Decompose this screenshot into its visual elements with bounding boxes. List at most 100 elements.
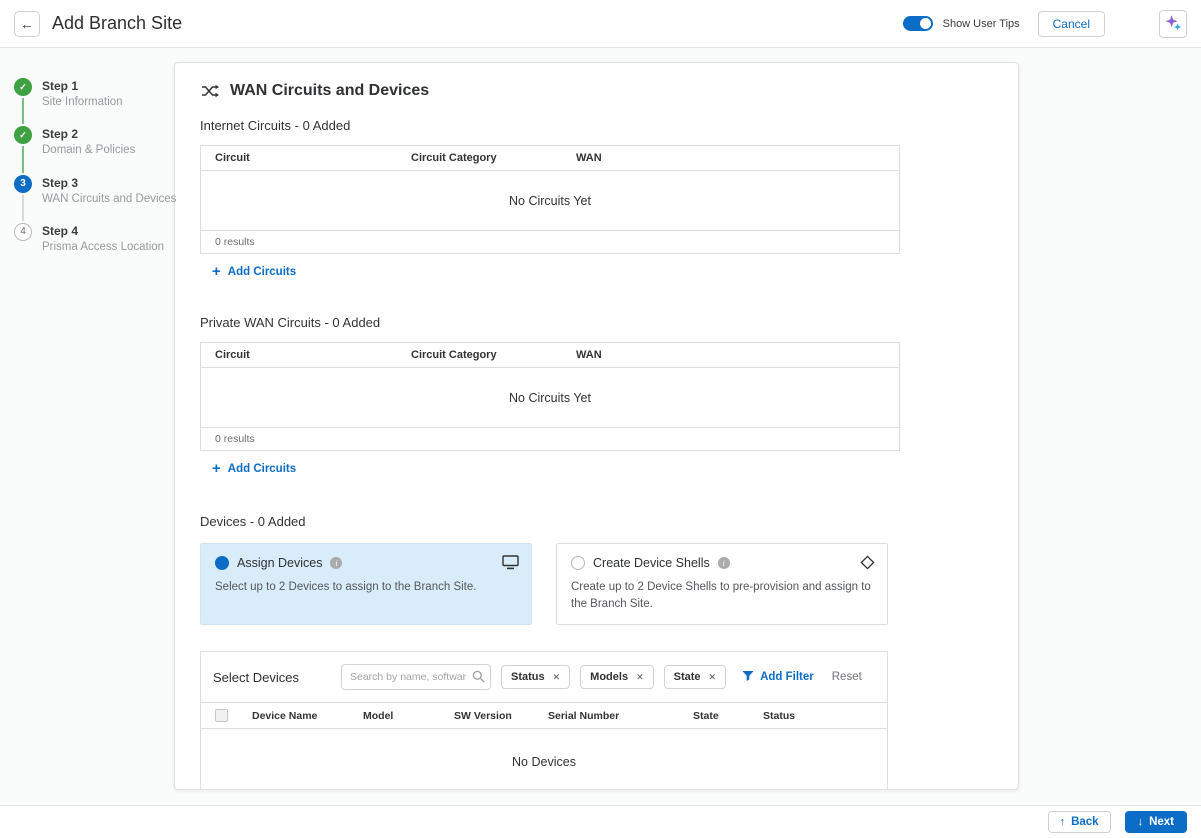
select-devices-panel: Select Devices Status ✕ xyxy=(200,651,888,790)
column-header-serial-number: Serial Number xyxy=(548,710,693,722)
cancel-button[interactable]: Cancel xyxy=(1038,11,1105,37)
column-header-circuit: Circuit xyxy=(201,349,411,361)
step-number-badge: 4 xyxy=(14,223,32,241)
create-device-shells-option[interactable]: Create Device Shells i Create up to 2 De… xyxy=(556,543,888,625)
table-header-row: Circuit Circuit Category WAN xyxy=(201,343,899,368)
select-devices-title: Select Devices xyxy=(213,670,331,685)
step-complete-icon: ✓ xyxy=(14,78,32,96)
column-header-circuit-category: Circuit Category xyxy=(411,349,576,361)
stepper-step-2[interactable]: ✓ Step 2 Domain & Policies xyxy=(14,126,174,174)
stepper-step-3[interactable]: 3 Step 3 WAN Circuits and Devices xyxy=(14,175,174,223)
top-header: ← Add Branch Site Show User Tips Cancel xyxy=(0,0,1201,48)
devices-table-header-row: Device Name Model SW Version Serial Numb… xyxy=(201,702,887,729)
add-circuits-label: Add Circuits xyxy=(228,463,296,475)
arrow-left-icon: ← xyxy=(20,17,34,31)
plus-icon: + xyxy=(212,461,221,476)
filter-chip-label: State xyxy=(674,671,701,683)
step-sublabel: Site Information xyxy=(42,94,123,110)
ai-copilot-button[interactable] xyxy=(1159,10,1187,38)
card-title-text: WAN Circuits and Devices xyxy=(230,82,429,100)
column-header-sw-version: SW Version xyxy=(454,710,548,722)
step-complete-icon: ✓ xyxy=(14,126,32,144)
stepper-step-1[interactable]: ✓ Step 1 Site Information xyxy=(14,78,174,126)
table-header-row: Circuit Circuit Category WAN xyxy=(201,146,899,171)
internet-circuits-table: Circuit Circuit Category WAN No Circuits… xyxy=(200,145,900,254)
topbar-actions: Show User Tips Cancel xyxy=(903,10,1187,38)
step-sublabel: Domain & Policies xyxy=(42,142,135,158)
step-title: Step 1 xyxy=(42,78,123,94)
column-header-state: State xyxy=(693,710,763,722)
filter-funnel-icon xyxy=(742,670,754,685)
step-title: Step 2 xyxy=(42,126,135,142)
private-wan-circuits-heading: Private WAN Circuits - 0 Added xyxy=(200,315,1018,330)
wan-circuits-shuffle-icon xyxy=(200,81,220,101)
column-header-wan: WAN xyxy=(576,152,899,164)
option-description: Select up to 2 Devices to assign to the … xyxy=(215,579,515,596)
device-shell-diamond-icon xyxy=(860,555,875,570)
device-option-cards: Assign Devices i Select up to 2 Devices … xyxy=(200,543,1018,625)
close-icon[interactable]: ✕ xyxy=(553,672,561,683)
wizard-footer: ↑ Back ↓ Next xyxy=(0,805,1201,838)
plus-icon: + xyxy=(212,264,221,279)
filter-chip-label: Models xyxy=(590,671,628,683)
column-header-wan: WAN xyxy=(576,349,899,361)
column-header-circuit: Circuit xyxy=(201,152,411,164)
filter-chip-label: Status xyxy=(511,671,545,683)
add-internet-circuits-link[interactable]: + Add Circuits xyxy=(212,264,296,279)
arrow-up-icon: ↑ xyxy=(1060,817,1066,828)
option-header: Assign Devices i xyxy=(215,556,517,570)
stepper-step-4[interactable]: 4 Step 4 Prisma Access Location xyxy=(14,223,174,271)
arrow-down-icon: ↓ xyxy=(1138,817,1144,828)
devices-heading: Devices - 0 Added xyxy=(200,514,1018,529)
column-header-circuit-category: Circuit Category xyxy=(411,152,576,164)
option-description: Create up to 2 Device Shells to pre-prov… xyxy=(571,579,871,612)
device-search xyxy=(341,664,491,690)
device-hardware-icon xyxy=(502,555,519,570)
close-icon[interactable]: ✕ xyxy=(636,672,644,683)
option-label: Create Device Shells xyxy=(593,556,710,570)
private-wan-circuits-table: Circuit Circuit Category WAN No Circuits… xyxy=(200,342,900,451)
option-label: Assign Devices xyxy=(237,556,322,570)
radio-unselected[interactable] xyxy=(571,556,585,570)
filter-chip-state[interactable]: State ✕ xyxy=(664,665,726,689)
column-header-model: Model xyxy=(363,710,454,722)
page-title: Add Branch Site xyxy=(52,13,182,34)
wizard-next-button[interactable]: ↓ Next xyxy=(1125,811,1187,833)
assign-devices-option[interactable]: Assign Devices i Select up to 2 Devices … xyxy=(200,543,532,625)
show-user-tips-toggle[interactable] xyxy=(903,16,933,31)
filter-chip-status[interactable]: Status ✕ xyxy=(501,665,570,689)
add-filter-button[interactable]: Add Filter xyxy=(742,670,814,685)
select-all-checkbox[interactable] xyxy=(215,709,228,722)
empty-state-text: No Circuits Yet xyxy=(201,171,899,231)
filter-chip-models[interactable]: Models ✕ xyxy=(580,665,653,689)
content-area: ✓ Step 1 Site Information ✓ Step 2 Domai… xyxy=(0,48,1201,805)
card-title-row: WAN Circuits and Devices xyxy=(200,81,1018,101)
step-sublabel: WAN Circuits and Devices xyxy=(42,191,176,207)
info-icon[interactable]: i xyxy=(330,557,342,569)
devices-empty-state: No Devices xyxy=(201,729,887,790)
empty-state-text: No Circuits Yet xyxy=(201,368,899,428)
select-devices-toolbar: Select Devices Status ✕ xyxy=(201,652,887,702)
add-private-circuits-link[interactable]: + Add Circuits xyxy=(212,461,296,476)
column-header-device-name: Device Name xyxy=(252,710,363,722)
next-label: Next xyxy=(1149,816,1174,828)
reset-button[interactable]: Reset xyxy=(832,671,862,683)
wizard-back-button[interactable]: ↑ Back xyxy=(1048,811,1111,833)
search-icon xyxy=(472,670,485,683)
wizard-stepper: ✓ Step 1 Site Information ✓ Step 2 Domai… xyxy=(0,48,174,805)
toggle-knob xyxy=(920,18,931,29)
add-filter-label: Add Filter xyxy=(760,671,814,683)
wan-circuits-devices-card: WAN Circuits and Devices Internet Circui… xyxy=(174,62,1019,790)
radio-selected[interactable] xyxy=(215,556,229,570)
add-branch-site-page: ← Add Branch Site Show User Tips Cancel … xyxy=(0,0,1201,838)
close-icon[interactable]: ✕ xyxy=(709,672,717,683)
column-header-status: Status xyxy=(763,710,887,722)
back-button[interactable]: ← xyxy=(14,11,40,37)
step-number-badge: 3 xyxy=(14,175,32,193)
step-title: Step 4 xyxy=(42,223,164,239)
sparkle-icon xyxy=(1165,14,1182,34)
info-icon[interactable]: i xyxy=(718,557,730,569)
add-circuits-label: Add Circuits xyxy=(228,266,296,278)
device-search-input[interactable] xyxy=(341,664,491,690)
back-label: Back xyxy=(1071,816,1099,828)
